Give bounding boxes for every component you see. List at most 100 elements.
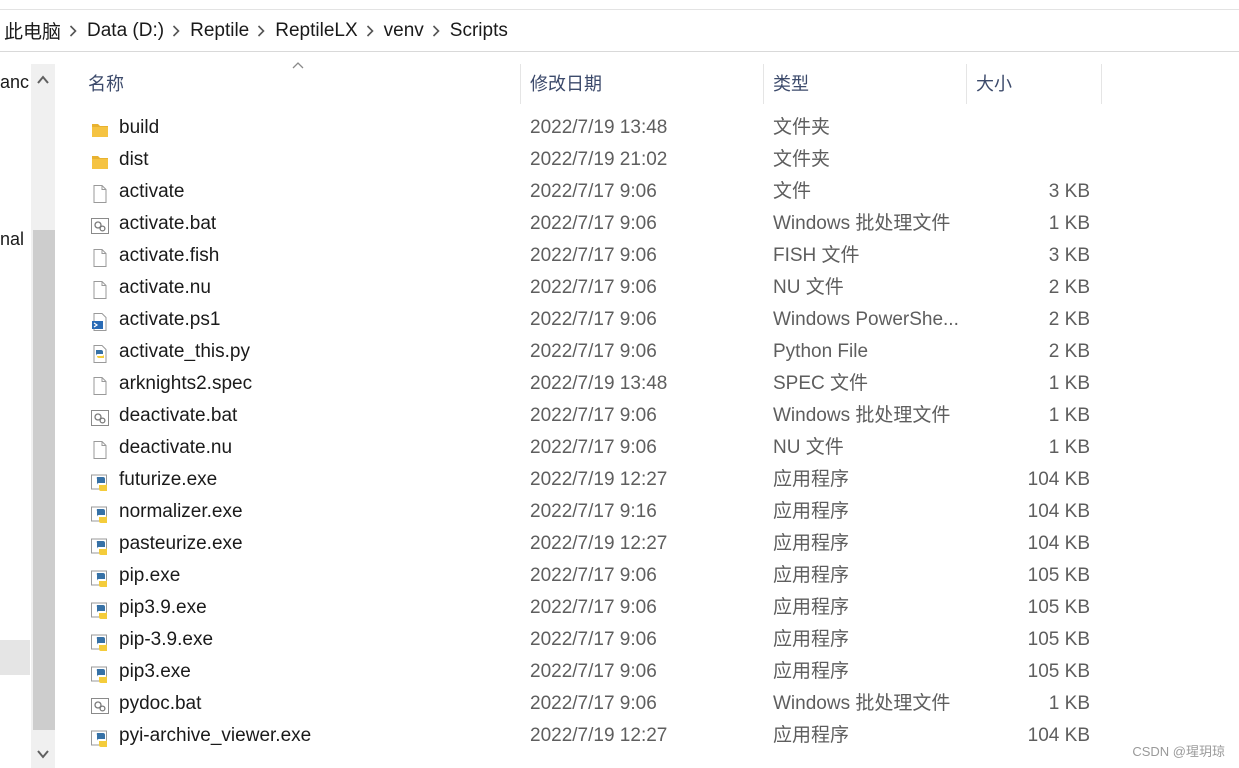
file-type: 应用程序	[773, 725, 850, 746]
breadcrumb-item[interactable]: venv	[384, 20, 450, 42]
python-exe-icon	[90, 503, 110, 523]
file-size: 1 KB	[1048, 437, 1090, 458]
file-size: 105 KB	[1027, 661, 1090, 682]
file-type: Windows 批处理文件	[773, 405, 951, 426]
chevron-right-icon[interactable]	[69, 24, 77, 40]
file-name[interactable]: pip.exe	[119, 560, 180, 592]
chevron-right-icon[interactable]	[257, 24, 265, 40]
file-name[interactable]: arknights2.spec	[119, 368, 252, 400]
file-name[interactable]: pip3.exe	[119, 656, 191, 688]
breadcrumb-item[interactable]: Reptile	[190, 20, 275, 42]
folder-icon	[90, 119, 110, 139]
file-row[interactable]: activate 2022/7/17 9:06 文件 3 KB	[78, 176, 1108, 208]
file-name[interactable]: pip-3.9.exe	[119, 624, 213, 656]
python-exe-icon	[90, 727, 110, 747]
file-row[interactable]: activate.bat 2022/7/17 9:06 Windows 批处理文件 1…	[78, 208, 1108, 240]
file-row[interactable]: pasteurize.exe 2022/7/19 12:27 应用程序 104 KB	[78, 528, 1108, 560]
nav-scrollbar[interactable]	[31, 64, 55, 768]
breadcrumb-label[interactable]: venv	[384, 20, 424, 42]
file-size: 3 KB	[1048, 181, 1090, 202]
file-row[interactable]: pip-3.9.exe 2022/7/17 9:06 应用程序 105 KB	[78, 624, 1108, 656]
nav-scrollbar-thumb[interactable]	[33, 230, 55, 730]
file-name[interactable]: activate.fish	[119, 240, 219, 272]
file-type: SPEC 文件	[773, 373, 869, 394]
file-date: 2022/7/17 9:06	[530, 341, 657, 362]
file-name[interactable]: deactivate.nu	[119, 432, 232, 464]
chevron-right-icon[interactable]	[432, 24, 440, 40]
file-type: 文件	[773, 181, 812, 202]
chevron-right-icon[interactable]	[366, 24, 374, 40]
file-date: 2022/7/19 21:02	[530, 149, 668, 170]
chevron-right-icon[interactable]	[172, 24, 180, 40]
watermark: CSDN @瑆玥琼	[1132, 744, 1225, 759]
breadcrumb-item[interactable]: 此电脑	[4, 17, 87, 44]
file-row[interactable]: normalizer.exe 2022/7/17 9:16 应用程序 104 KB	[78, 496, 1108, 528]
file-name[interactable]: activate.bat	[119, 208, 216, 240]
breadcrumb-item[interactable]: Scripts	[450, 20, 508, 42]
column-header-row: 名称 修改日期 类型 大小	[78, 62, 1102, 104]
column-divider[interactable]	[1101, 64, 1102, 104]
file-row[interactable]: activate.ps1 2022/7/17 9:06 Windows PowerS…	[78, 304, 1108, 336]
file-name[interactable]: activate	[119, 176, 184, 208]
file-row[interactable]: deactivate.nu 2022/7/17 9:06 NU 文件 1 KB	[78, 432, 1108, 464]
nav-item[interactable]: anc	[0, 72, 29, 93]
file-size: 2 KB	[1048, 309, 1090, 330]
file-date: 2022/7/19 12:27	[530, 725, 668, 746]
file-row[interactable]: build 2022/7/19 13:48 文件夹	[78, 112, 1108, 144]
file-name[interactable]: activate.ps1	[119, 304, 220, 336]
breadcrumb-item[interactable]: ReptileLX	[275, 20, 383, 42]
file-row[interactable]: pydoc.bat 2022/7/17 9:06 Windows 批处理文件 1 KB	[78, 688, 1108, 720]
file-name[interactable]: pyi-archive_viewer.exe	[119, 720, 311, 752]
file-row[interactable]: arknights2.spec 2022/7/19 13:48 SPEC 文件 1 K…	[78, 368, 1108, 400]
file-row[interactable]: activate_this.py 2022/7/17 9:06 Python Fil…	[78, 336, 1108, 368]
file-name[interactable]: activate_this.py	[119, 336, 250, 368]
file-name[interactable]: deactivate.bat	[119, 400, 237, 432]
file-row[interactable]: pip3.exe 2022/7/17 9:06 应用程序 105 KB	[78, 656, 1108, 688]
file-row[interactable]: activate.nu 2022/7/17 9:06 NU 文件 2 KB	[78, 272, 1108, 304]
file-row[interactable]: pip.exe 2022/7/17 9:06 应用程序 105 KB	[78, 560, 1108, 592]
breadcrumb-label[interactable]: 此电脑	[4, 17, 61, 44]
file-row[interactable]: deactivate.bat 2022/7/17 9:06 Windows 批处理文…	[78, 400, 1108, 432]
file-row[interactable]: futurize.exe 2022/7/19 12:27 应用程序 104 KB	[78, 464, 1108, 496]
file-name[interactable]: activate.nu	[119, 272, 211, 304]
file-size: 1 KB	[1048, 213, 1090, 234]
nav-item[interactable]: nal	[0, 229, 24, 250]
file-date: 2022/7/17 9:06	[530, 437, 657, 458]
file-date: 2022/7/19 13:48	[530, 373, 668, 394]
file-name[interactable]: build	[119, 112, 159, 144]
breadcrumb-label[interactable]: ReptileLX	[275, 20, 357, 42]
file-name[interactable]: pip3.9.exe	[119, 592, 207, 624]
file-row[interactable]: dist 2022/7/19 21:02 文件夹	[78, 144, 1108, 176]
file-type: 应用程序	[773, 533, 850, 554]
breadcrumb-item[interactable]: Data (D:)	[87, 20, 190, 42]
file-type: 应用程序	[773, 565, 850, 586]
column-header-type[interactable]: 类型	[763, 64, 966, 104]
file-date: 2022/7/17 9:06	[530, 181, 657, 202]
file-size: 104 KB	[1027, 469, 1090, 490]
scroll-down-icon[interactable]	[35, 746, 51, 762]
column-header-date[interactable]: 修改日期	[520, 64, 763, 104]
file-row[interactable]: activate.fish 2022/7/17 9:06 FISH 文件 3 KB	[78, 240, 1108, 272]
file-row[interactable]: pyi-archive_viewer.exe 2022/7/19 12:27 应用程…	[78, 720, 1108, 752]
address-bar[interactable]: 此电脑 Data (D:) Reptile ReptileLX venv Scripts	[0, 10, 1239, 52]
file-name[interactable]: pasteurize.exe	[119, 528, 243, 560]
python-file-icon	[90, 343, 110, 363]
file-name[interactable]: dist	[119, 144, 149, 176]
scroll-up-icon[interactable]	[35, 72, 51, 88]
file-name[interactable]: normalizer.exe	[119, 496, 243, 528]
file-name[interactable]: futurize.exe	[119, 464, 217, 496]
file-name[interactable]: pydoc.bat	[119, 688, 201, 720]
file-type: NU 文件	[773, 437, 844, 458]
file-size: 1 KB	[1048, 693, 1090, 714]
file-date: 2022/7/17 9:06	[530, 597, 657, 618]
file-size: 2 KB	[1048, 277, 1090, 298]
file-type: 应用程序	[773, 501, 850, 522]
breadcrumb-label[interactable]: Reptile	[190, 20, 249, 42]
breadcrumb-label[interactable]: Scripts	[450, 20, 508, 42]
column-header-size[interactable]: 大小	[966, 64, 1101, 104]
column-header-name[interactable]: 名称	[78, 64, 520, 104]
breadcrumb-label[interactable]: Data (D:)	[87, 20, 164, 42]
folder-icon	[90, 151, 110, 171]
file-size: 104 KB	[1027, 501, 1090, 522]
file-row[interactable]: pip3.9.exe 2022/7/17 9:06 应用程序 105 KB	[78, 592, 1108, 624]
